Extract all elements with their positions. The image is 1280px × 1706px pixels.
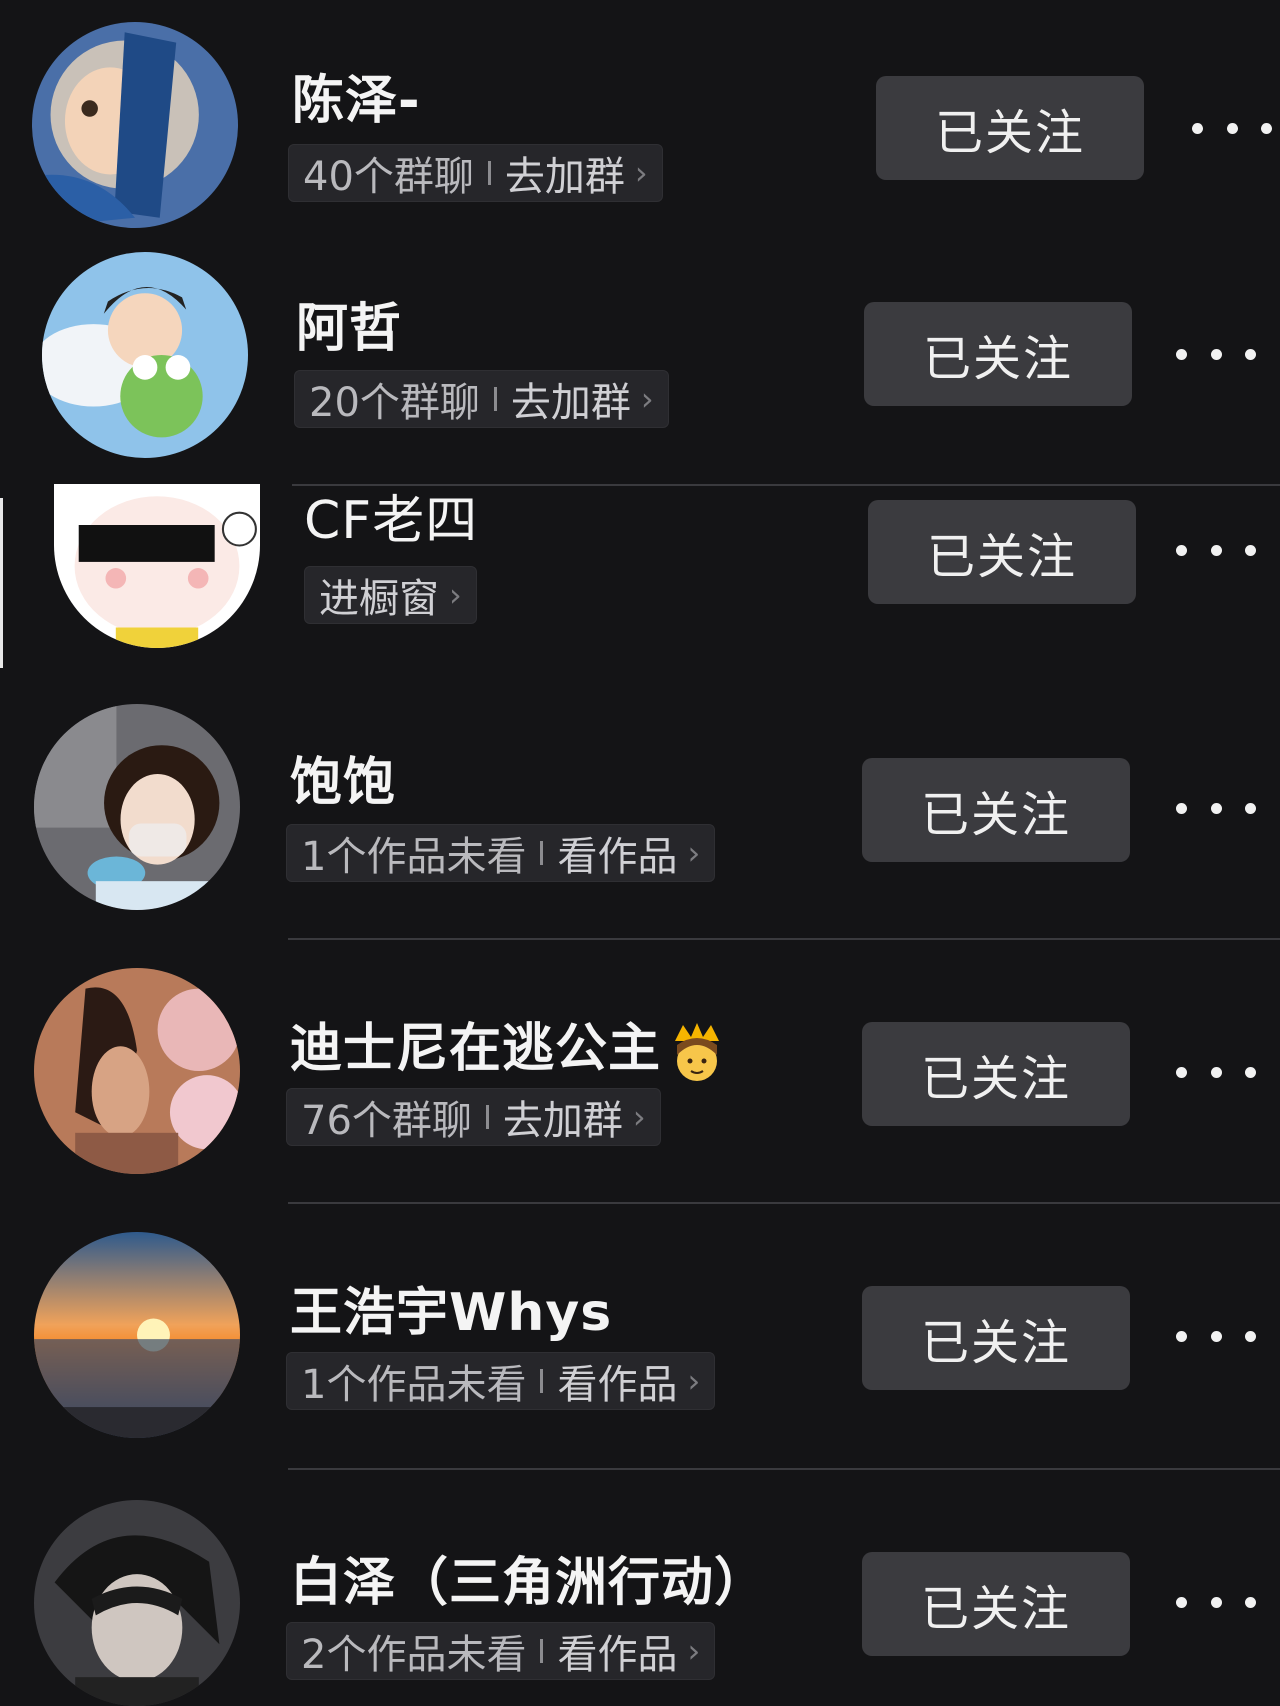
user-row[interactable]: 白泽（三角洲行动） 2个作品未看 看作品 › 已关注 <box>0 1470 1280 1706</box>
user-avatar[interactable] <box>54 484 260 648</box>
group-chat-pill[interactable]: 76个群聊 去加群 › <box>286 1088 661 1146</box>
chevron-right-icon: › <box>687 1362 701 1400</box>
edge-line <box>0 498 3 668</box>
user-name[interactable]: 陈泽- <box>292 58 421 133</box>
user-avatar[interactable] <box>34 968 240 1174</box>
more-dots-icon[interactable] <box>1176 788 1256 828</box>
pill-separator <box>540 841 544 865</box>
chevron-right-icon: › <box>640 380 654 418</box>
user-avatar[interactable] <box>34 1232 240 1438</box>
following-button[interactable]: 已关注 <box>862 1552 1130 1656</box>
user-avatar[interactable] <box>34 1500 240 1706</box>
chevron-right-icon: › <box>687 1632 701 1670</box>
group-chat-pill[interactable]: 20个群聊 去加群 › <box>294 370 669 428</box>
user-row[interactable]: 阿哲 20个群聊 去加群 › 已关注 <box>0 230 1280 460</box>
following-button[interactable]: 已关注 <box>862 1286 1130 1390</box>
works-pill[interactable]: 1个作品未看 看作品 › <box>286 1352 716 1410</box>
group-chat-pill[interactable]: 40个群聊 去加群 › <box>288 144 663 202</box>
pill-separator <box>493 387 497 411</box>
following-button[interactable]: 已关注 <box>876 76 1144 180</box>
following-button[interactable]: 已关注 <box>862 1022 1130 1126</box>
pill-separator <box>485 1105 489 1129</box>
more-dots-icon[interactable] <box>1176 1316 1256 1356</box>
user-row[interactable]: 迪士尼在逃公主 76个群聊 去加群 › 已关注 <box>0 940 1280 1174</box>
pill-separator <box>540 1369 544 1393</box>
crown-princess-emoji <box>675 1023 720 1081</box>
showcase-pill[interactable]: 进橱窗 › <box>304 566 477 624</box>
pill-separator <box>540 1639 544 1663</box>
user-row[interactable]: 王浩宇Whys 1个作品未看 看作品 › 已关注 <box>0 1204 1280 1438</box>
user-avatar[interactable] <box>42 252 248 458</box>
works-pill[interactable]: 1个作品未看 看作品 › <box>286 824 716 882</box>
user-row[interactable]: 陈泽- 40个群聊 去加群 › 已关注 <box>0 0 1280 230</box>
pill-separator <box>487 161 491 185</box>
chevron-right-icon: › <box>449 576 462 614</box>
more-dots-icon[interactable] <box>1176 530 1256 570</box>
chevron-right-icon: › <box>687 834 701 872</box>
following-button[interactable]: 已关注 <box>864 302 1132 406</box>
following-button[interactable]: 已关注 <box>862 758 1130 862</box>
more-dots-icon[interactable] <box>1176 334 1256 374</box>
following-button[interactable]: 已关注 <box>868 500 1136 604</box>
user-row[interactable]: 饱饱 1个作品未看 看作品 › 已关注 <box>0 700 1280 930</box>
user-name[interactable]: 迪士尼在逃公主 <box>290 1006 725 1083</box>
chevron-right-icon: › <box>632 1098 646 1136</box>
more-dots-icon[interactable] <box>1176 1582 1256 1622</box>
works-pill[interactable]: 2个作品未看 看作品 › <box>286 1622 716 1680</box>
user-row[interactable]: CF老四 进橱窗 › 已关注 <box>0 484 1280 716</box>
user-avatar[interactable] <box>34 704 240 910</box>
user-name[interactable]: 饱饱 <box>290 740 396 815</box>
more-dots-icon[interactable] <box>1176 1052 1256 1092</box>
more-dots-icon[interactable] <box>1192 108 1272 148</box>
user-name[interactable]: 王浩宇Whys <box>290 1270 612 1345</box>
user-name[interactable]: 阿哲 <box>296 286 402 361</box>
user-name[interactable]: 白泽（三角洲行动） <box>290 1540 767 1615</box>
chevron-right-icon: › <box>634 154 648 192</box>
user-name[interactable]: CF老四 <box>304 478 478 553</box>
user-avatar[interactable] <box>32 22 238 228</box>
